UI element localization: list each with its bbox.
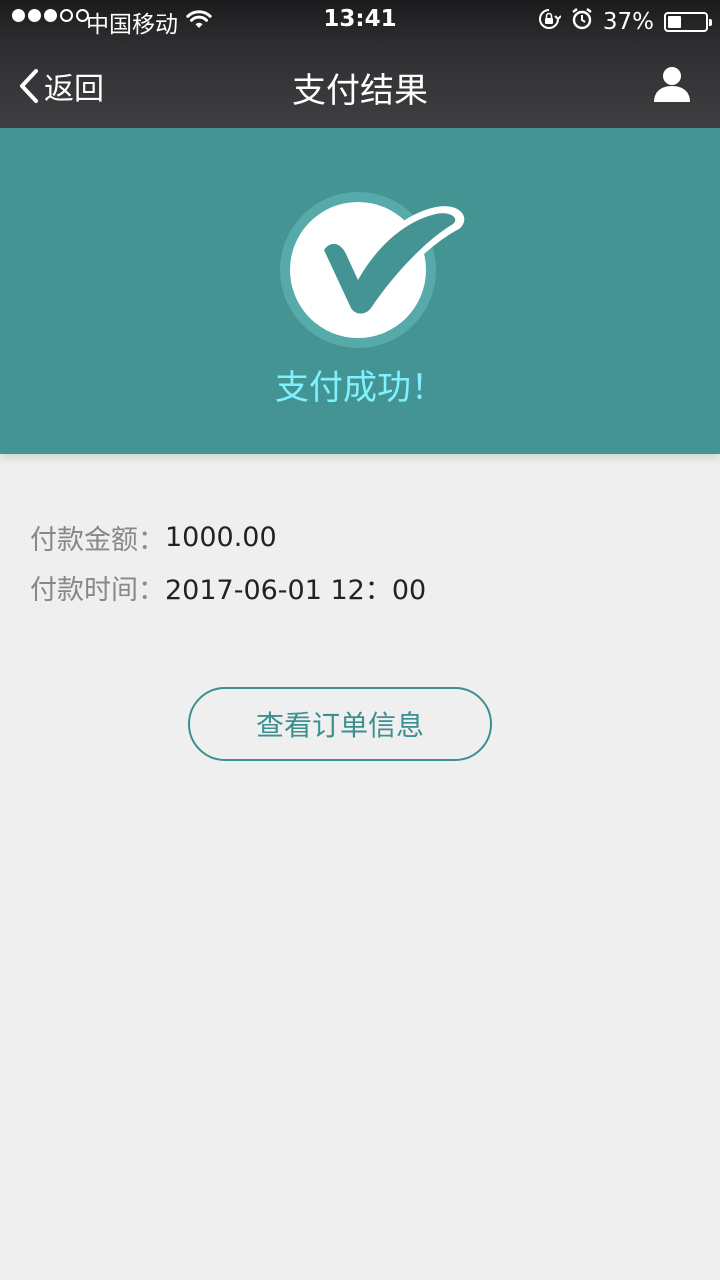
payment-time-label: 付款时间： (30, 574, 165, 606)
success-message: 支付成功！ (275, 368, 445, 408)
checkmark-icon (278, 188, 468, 348)
battery-icon (664, 12, 712, 32)
page-title: 支付结果 (292, 71, 428, 111)
status-right-group: 37% (537, 7, 712, 37)
top-bar: 中国移动 13:41 37% 返回 支付结果 (0, 0, 720, 128)
status-bar: 中国移动 13:41 37% (0, 0, 720, 40)
amount-value: 1000.00 (165, 521, 277, 553)
amount-row: 付款金额： 1000.00 (30, 512, 426, 562)
payment-time-value: 2017-06-01 12：00 (165, 574, 427, 606)
user-icon (654, 67, 690, 102)
payment-time-row: 付款时间： 2017-06-01 12：00 (30, 562, 426, 612)
view-order-button[interactable]: 查看订单信息 (188, 687, 492, 761)
rotation-lock-icon (537, 7, 562, 37)
payment-result-screen: 中国移动 13:41 37% 返回 支付结果 支付成功！ 付款金额： 1000.… (0, 0, 720, 1280)
alarm-icon (571, 7, 593, 37)
payment-details: 付款金额： 1000.00 付款时间： 2017-06-01 12：00 (30, 512, 426, 612)
amount-label: 付款金额： (30, 524, 165, 556)
user-profile-button[interactable] (652, 64, 692, 104)
navigation-bar: 返回 支付结果 (0, 40, 720, 128)
battery-percent: 37% (602, 9, 654, 35)
success-banner: 支付成功！ (0, 128, 720, 454)
